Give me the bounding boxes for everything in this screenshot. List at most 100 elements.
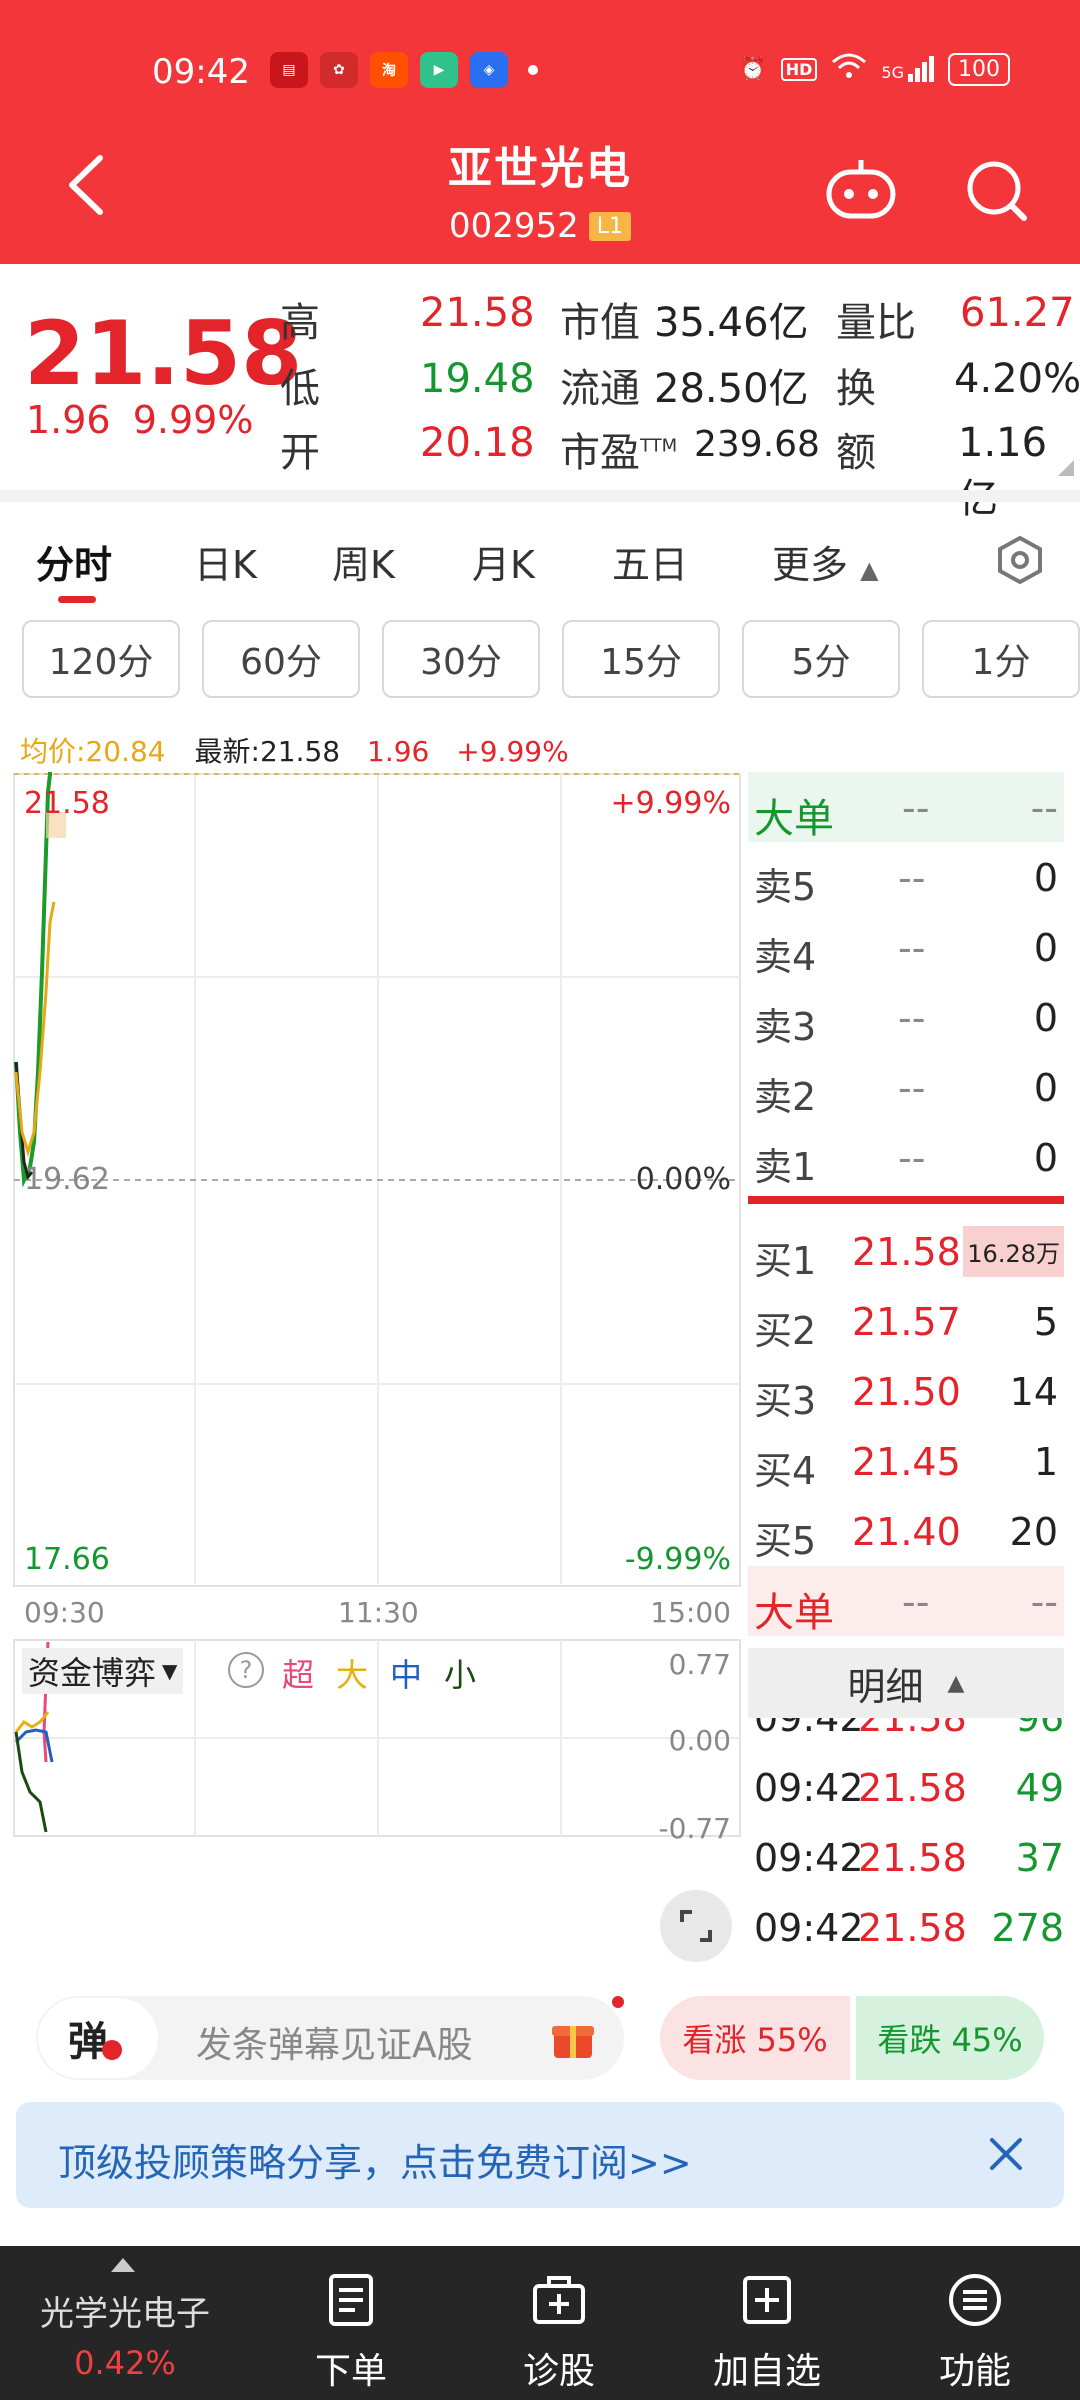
chart-top-pct: +9.99% xyxy=(610,786,731,821)
tick-vol: 49 xyxy=(1015,1766,1064,1810)
tick-list[interactable]: 09:42 21.58 96 09:42 21.58 49 09:42 21.5… xyxy=(748,1718,1064,1972)
period-60min[interactable]: 60分 xyxy=(202,620,360,698)
tab-daily-k[interactable]: 日K xyxy=(194,534,257,589)
nav-label: 下单 xyxy=(314,2351,387,2392)
gift-icon[interactable] xyxy=(548,2012,598,2062)
legend-large: 大 xyxy=(336,1656,369,1694)
period-15min[interactable]: 15分 xyxy=(562,620,720,698)
sector-indicator[interactable]: 光学光电子 0.42% xyxy=(0,2246,250,2400)
tick-price: 21.58 xyxy=(858,1836,967,1880)
robot-assistant-button[interactable] xyxy=(824,158,898,222)
fund-bottom: -0.77 xyxy=(658,1812,731,1845)
order-book[interactable]: 大单 -- -- 卖5 -- 0 卖4 -- 0 卖3 -- 0 卖2 -- 0… xyxy=(748,772,1064,1636)
chart-info-bar: 均价:20.84 最新:21.58 1.96 +9.99% xyxy=(20,730,569,770)
danmu-bar[interactable]: 弹 发条弹幕见证A股 xyxy=(36,1996,624,2080)
more-notifications-dot xyxy=(528,65,538,75)
video-notification-icon: ▶ xyxy=(420,52,458,88)
tick-vol: 278 xyxy=(991,1906,1064,1950)
tick-time: 09:42 xyxy=(754,1766,864,1810)
tab-weekly-k[interactable]: 周K xyxy=(332,534,395,589)
sell-price: -- xyxy=(898,926,926,970)
period-5min[interactable]: 5分 xyxy=(742,620,900,698)
sector-name: 光学光电子 xyxy=(40,2294,210,2334)
tick-detail-header[interactable]: 明细 ▲ xyxy=(748,1648,1064,1718)
sell-label: 卖4 xyxy=(754,935,817,979)
triangle-up-icon: ▲ xyxy=(860,556,879,584)
period-30min[interactable]: 30分 xyxy=(382,620,540,698)
buy-row: 买1 21.58 16.28万 xyxy=(748,1216,1064,1286)
shield-notification-icon: ◈ xyxy=(470,52,508,88)
tick-time: 09:42 xyxy=(754,1906,864,1950)
sell-row: 卖2 -- 0 xyxy=(748,1052,1064,1122)
chart-change: 1.96 xyxy=(367,735,430,768)
big-order-price: -- xyxy=(902,786,930,830)
chart-tabs: 分时 日K 周K 月K 五日 更多 ▲ xyxy=(0,520,1080,610)
fund-panel-title: 资金博弈 xyxy=(28,1654,157,1692)
vote-up-button[interactable]: 看涨 55% xyxy=(660,1996,850,2080)
tick-row: 09:42 21.58 37 xyxy=(754,1836,1064,1892)
tick-row: 09:42 21.58 49 xyxy=(754,1766,1064,1822)
tick-row: 09:42 21.58 278 xyxy=(754,1906,1064,1962)
sell-label: 卖5 xyxy=(754,865,817,909)
fullscreen-icon[interactable] xyxy=(660,1890,732,1962)
expand-corner-icon[interactable] xyxy=(1058,460,1074,476)
nav-place-order[interactable]: 下单 xyxy=(276,2246,426,2400)
buy-row: 买5 21.40 20 xyxy=(748,1496,1064,1566)
active-tab-indicator xyxy=(58,596,96,603)
price-change-pct: 9.99% xyxy=(132,398,254,442)
quote-summary[interactable]: 21.58 1.96 9.99% 高 21.58 低 19.48 开 20.18… xyxy=(0,264,1080,522)
buy-vol: 5 xyxy=(1033,1300,1058,1344)
ad-banner[interactable]: 顶级投顾策略分享，点击免费订阅>> xyxy=(16,2102,1064,2208)
network-type: 5G xyxy=(881,63,904,82)
danmu-icon[interactable]: 弹 xyxy=(38,1998,158,2078)
buy-price: 21.45 xyxy=(852,1440,961,1484)
fund-top: 0.77 xyxy=(668,1648,731,1681)
help-icon[interactable]: ? xyxy=(228,1652,264,1688)
sell-label: 卖1 xyxy=(754,1145,817,1189)
sell-vol: 0 xyxy=(1033,926,1058,970)
legend-super-large: 超 xyxy=(282,1656,315,1694)
fund-mid: 0.00 xyxy=(668,1724,731,1757)
turnover-value: 4.20% xyxy=(954,356,1080,402)
tab-five-day[interactable]: 五日 xyxy=(612,534,688,589)
order-doc-icon xyxy=(329,2274,373,2326)
triangle-up-icon xyxy=(111,2258,135,2272)
nav-diagnose[interactable]: 诊股 xyxy=(484,2246,634,2400)
bid-ask-divider xyxy=(748,1196,1064,1204)
sell-row: 卖3 -- 0 xyxy=(748,982,1064,1052)
buy-row: 买4 21.45 1 xyxy=(748,1426,1064,1496)
vote-down-button[interactable]: 看跌 45% xyxy=(856,1996,1044,2080)
high-value: 21.58 xyxy=(420,290,535,336)
tab-intraday[interactable]: 分时 xyxy=(36,534,112,589)
float-label: 流通 xyxy=(560,366,640,412)
period-1min[interactable]: 1分 xyxy=(922,620,1080,698)
tab-more[interactable]: 更多 ▲ xyxy=(772,534,879,589)
nav-add-watchlist[interactable]: 加自选 xyxy=(692,2246,842,2400)
sell-price: -- xyxy=(898,1136,926,1180)
big-order-vol: -- xyxy=(1030,1580,1058,1624)
danmu-icon-text: 弹 xyxy=(68,2019,108,2065)
buy-label: 买2 xyxy=(754,1309,817,1353)
chart-change-pct: +9.99% xyxy=(456,735,569,768)
period-120min[interactable]: 120分 xyxy=(22,620,180,698)
tab-monthly-k[interactable]: 月K xyxy=(472,534,535,589)
ad-text[interactable]: 顶级投顾策略分享，点击免费订阅>> xyxy=(58,2132,692,2187)
sell-label: 卖3 xyxy=(754,1005,817,1049)
hexagon-settings-icon[interactable] xyxy=(994,534,1046,586)
vol-ratio-label: 量比 xyxy=(836,300,916,346)
buy-label: 买4 xyxy=(754,1449,817,1493)
time-mid: 11:30 xyxy=(338,1596,419,1629)
close-icon[interactable] xyxy=(976,2124,1036,2184)
nav-functions[interactable]: 功能 xyxy=(900,2246,1050,2400)
fund-panel-selector[interactable]: 资金博弈 ▼ xyxy=(22,1648,184,1694)
float-value: 28.50亿 xyxy=(654,366,809,412)
intraday-chart[interactable]: 21.58 +9.99% 19.62 0.00% 17.66 -9.99% 09… xyxy=(0,772,745,1972)
latest-price: 21.58 xyxy=(259,735,341,768)
low-value: 19.48 xyxy=(420,356,535,402)
buy-label: 买1 xyxy=(754,1239,817,1283)
search-button[interactable] xyxy=(964,158,1030,224)
tick-time: 09:42 xyxy=(754,1718,864,1740)
danmu-input[interactable]: 发条弹幕见证A股 xyxy=(196,2016,473,2068)
intraday-chart-svg xyxy=(13,772,741,1837)
stock-code: 002952 xyxy=(448,206,579,246)
